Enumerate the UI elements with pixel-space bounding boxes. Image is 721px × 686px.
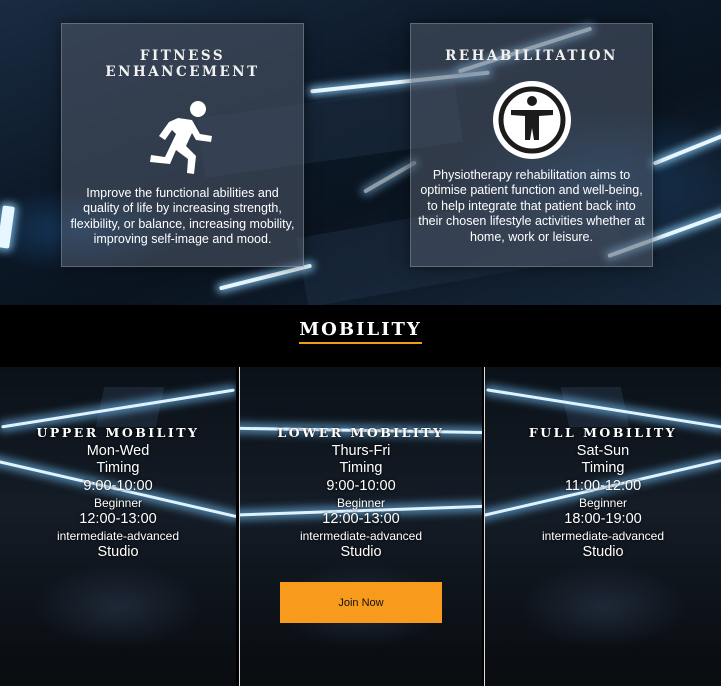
location-text: Studio xyxy=(582,544,624,561)
timing-label: Timing xyxy=(581,460,625,477)
level-text: intermediate-advanced xyxy=(299,529,423,544)
accessibility-person-icon xyxy=(492,81,571,159)
days-text: Mon-Wed xyxy=(86,443,150,459)
full-mobility-column: FULL MOBILITY Sat-Sun Timing 11:00-12:00… xyxy=(484,367,721,686)
column-title: LOWER MOBILITY xyxy=(277,425,445,440)
section-title: MOBILITY xyxy=(299,319,422,344)
schedule-details: Mon-Wed Timing 9:00-10:00 Beginner 12:00… xyxy=(0,443,236,561)
level-text: Beginner xyxy=(93,495,143,510)
mobility-schedule: UPPER MOBILITY Mon-Wed Timing 9:00-10:00… xyxy=(0,367,721,686)
card-description: Improve the functional abilities and qua… xyxy=(70,186,295,247)
timing-label: Timing xyxy=(339,460,383,477)
level-text: intermediate-advanced xyxy=(541,529,665,544)
days-text: Sat-Sun xyxy=(576,443,630,459)
location-text: Studio xyxy=(340,544,382,561)
timing-label: Timing xyxy=(96,460,140,477)
hero-section: FITNESS ENHANCEMENT Improve the function… xyxy=(0,0,721,305)
time-slot: 12:00-13:00 xyxy=(322,510,400,527)
time-slot: 18:00-19:00 xyxy=(564,510,642,527)
fitness-enhancement-card: FITNESS ENHANCEMENT Improve the function… xyxy=(61,23,304,267)
time-slot: 12:00-13:00 xyxy=(79,510,157,527)
card-description: Physiotherapy rehabilitation aims to opt… xyxy=(418,168,645,244)
rehabilitation-card: REHABILITATION Physiotherapy rehabilitat… xyxy=(410,23,653,267)
time-slot: 11:00-12:00 xyxy=(564,477,642,494)
upper-mobility-column: UPPER MOBILITY Mon-Wed Timing 9:00-10:00… xyxy=(0,367,236,686)
schedule-details: Sat-Sun Timing 11:00-12:00 Beginner 18:0… xyxy=(485,443,721,561)
light-beam xyxy=(652,128,721,166)
light-beam xyxy=(0,205,15,249)
days-text: Thurs-Fri xyxy=(331,443,391,459)
level-text: Beginner xyxy=(578,495,628,510)
card-title: REHABILITATION xyxy=(445,48,618,64)
light-beam xyxy=(363,160,417,194)
card-title: FITNESS ENHANCEMENT xyxy=(105,48,260,80)
light-beam xyxy=(218,263,313,291)
time-slot: 9:00-10:00 xyxy=(326,477,396,494)
running-person-icon xyxy=(149,101,212,174)
lower-mobility-column: LOWER MOBILITY Thurs-Fri Timing 9:00-10:… xyxy=(239,367,482,686)
location-text: Studio xyxy=(97,544,139,561)
level-text: intermediate-advanced xyxy=(56,529,180,544)
column-title: FULL MOBILITY xyxy=(528,425,678,440)
mobility-header: MOBILITY xyxy=(0,305,721,367)
schedule-details: Thurs-Fri Timing 9:00-10:00 Beginner 12:… xyxy=(240,443,482,561)
time-slot: 9:00-10:00 xyxy=(83,477,153,494)
column-title: UPPER MOBILITY xyxy=(36,425,200,440)
level-text: Beginner xyxy=(336,495,386,510)
join-now-button[interactable]: Join Now xyxy=(280,582,442,623)
